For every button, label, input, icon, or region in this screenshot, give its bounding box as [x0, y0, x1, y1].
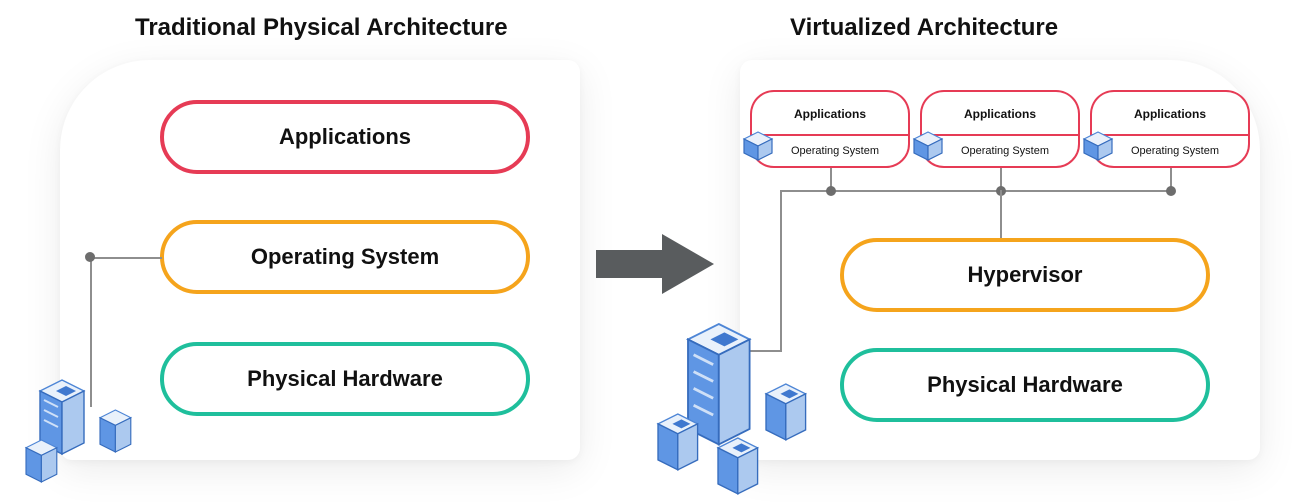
connector-dot [85, 252, 95, 262]
layer-hypervisor: Hypervisor [840, 238, 1210, 312]
server-cluster-icon [640, 318, 840, 498]
connector-dot [826, 186, 836, 196]
layer-applications: Applications [160, 100, 530, 174]
layer-hardware: Physical Hardware [160, 342, 530, 416]
layer-hardware: Physical Hardware [840, 348, 1210, 422]
vm-app-label: Applications [920, 90, 1080, 136]
vm-os-label: Operating System [750, 134, 910, 168]
vm-server-icon [742, 130, 774, 162]
vm-app-label: Applications [1090, 90, 1250, 136]
vm-app-label: Applications [750, 90, 910, 136]
vm-os-label: Operating System [1090, 134, 1250, 168]
title-right: Virtualized Architecture [790, 14, 1058, 42]
vm-unit-3: Applications Operating System [1090, 90, 1250, 168]
layer-os: Operating System [160, 220, 530, 294]
vm-unit-1: Applications Operating System [750, 90, 910, 168]
connector-dot [1166, 186, 1176, 196]
vm-os-label: Operating System [920, 134, 1080, 168]
vm-unit-2: Applications Operating System [920, 90, 1080, 168]
vm-server-icon [1082, 130, 1114, 162]
server-cluster-icon [0, 370, 160, 498]
title-left: Traditional Physical Architecture [135, 14, 508, 42]
diagram-stage: Traditional Physical Architecture Virtua… [0, 0, 1316, 501]
vm-server-icon [912, 130, 944, 162]
transition-arrow-icon [596, 230, 716, 298]
